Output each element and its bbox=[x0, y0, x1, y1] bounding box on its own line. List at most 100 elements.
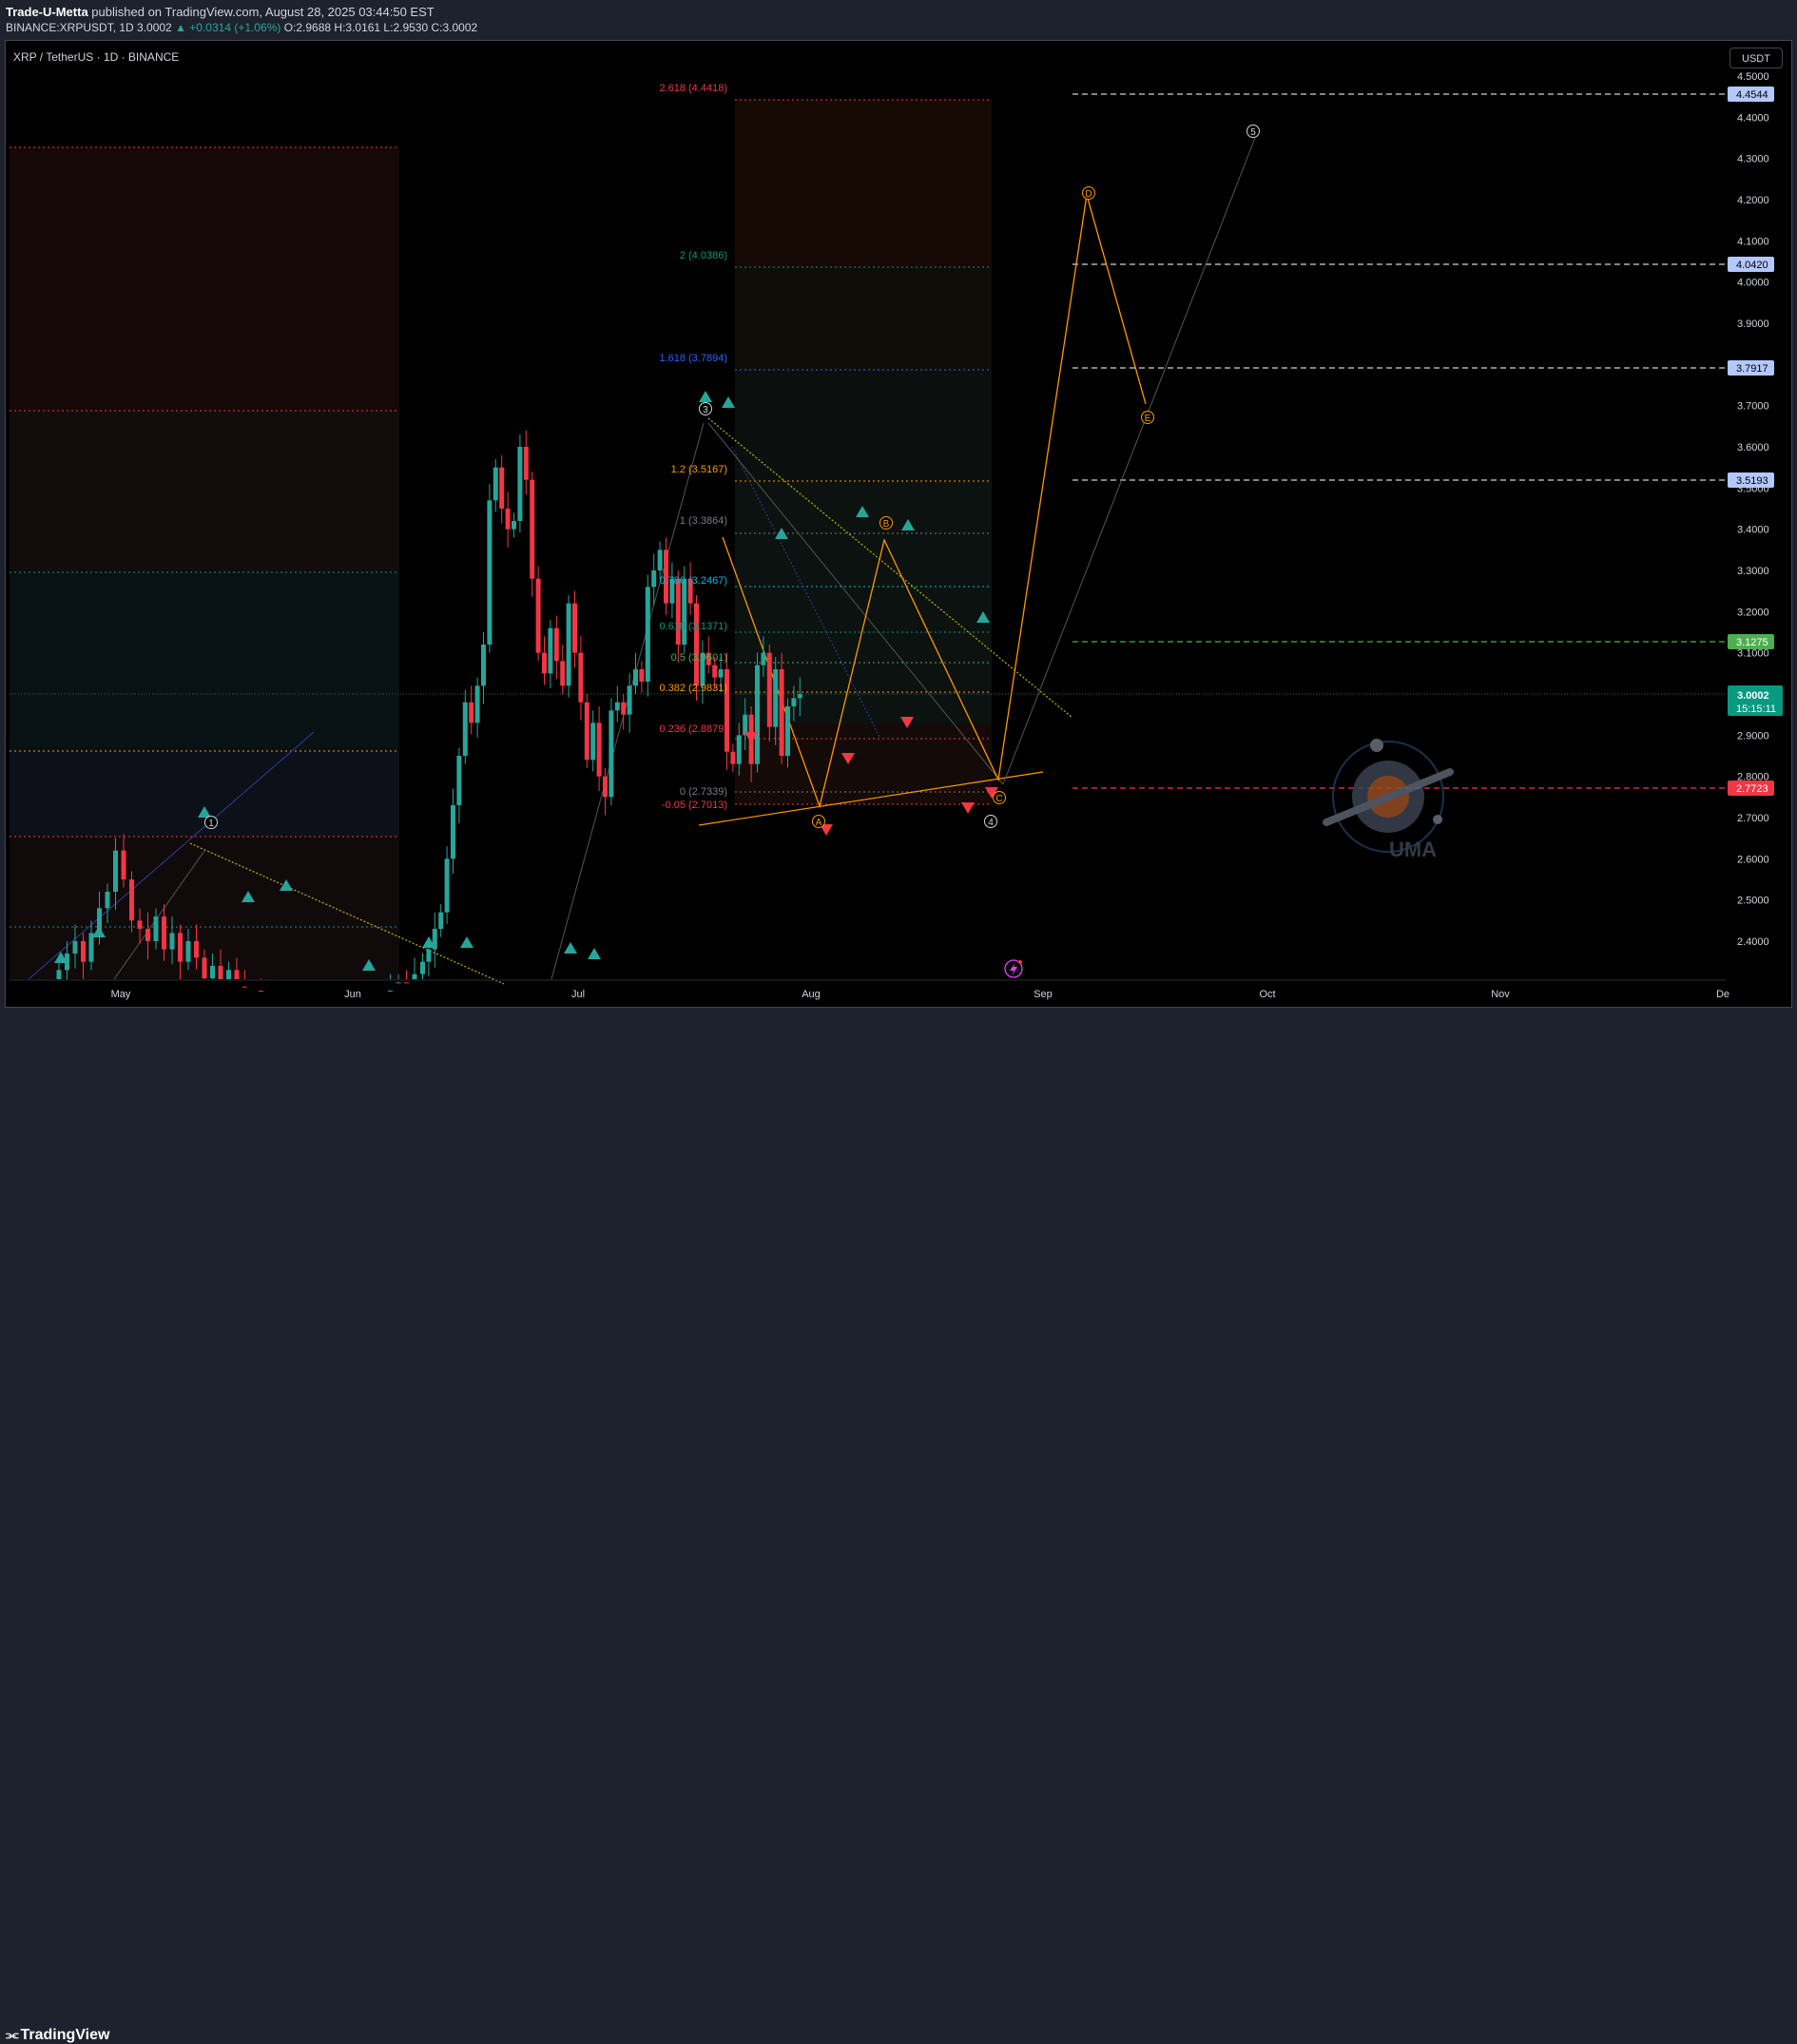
price-badge-label: 3.1275 bbox=[1736, 637, 1768, 648]
wave-label-a: A bbox=[812, 815, 825, 828]
tradingview-logo[interactable]: ⫘ TradingView bbox=[6, 2027, 109, 2044]
candle-body bbox=[487, 500, 493, 645]
fib-label: -0.05 (2.7013) bbox=[662, 800, 727, 811]
candle-body bbox=[542, 652, 547, 674]
candle-body bbox=[226, 970, 231, 979]
svg-text:1: 1 bbox=[208, 819, 214, 829]
candle-body bbox=[584, 702, 589, 761]
tradingview-logo-icon: ⫘ bbox=[6, 2027, 18, 2043]
candle-body bbox=[137, 920, 143, 929]
candle-body bbox=[153, 916, 159, 941]
time-tick-label: Oct bbox=[1259, 989, 1275, 1000]
candle-body bbox=[797, 694, 802, 699]
price-tick-label: 2.9000 bbox=[1737, 730, 1769, 742]
price-tick-label: 2.7000 bbox=[1737, 813, 1769, 824]
candle-body bbox=[675, 578, 681, 645]
candle-body bbox=[169, 933, 175, 950]
fib-label: 1.618 (3.7894) bbox=[659, 353, 727, 364]
candle-body bbox=[694, 603, 699, 686]
wave-label-5: 5 bbox=[1246, 125, 1260, 138]
candle-body bbox=[242, 986, 247, 988]
fib-level-labels: 2.618 (4.4418) 2 (4.0386) 1.618 (3.7894) 1.… bbox=[659, 83, 727, 811]
candle-body bbox=[420, 961, 425, 974]
candle-body bbox=[404, 982, 409, 984]
candle-body bbox=[178, 933, 183, 962]
uma-logo-icon: UMA bbox=[1323, 739, 1454, 861]
buy-signal-marker bbox=[460, 936, 473, 948]
price-tick-label: 3.3000 bbox=[1737, 566, 1769, 577]
candle-body bbox=[505, 509, 511, 530]
candle-body bbox=[438, 912, 444, 929]
wave-label-d: D bbox=[1082, 186, 1095, 200]
price-badge-label: 2.7723 bbox=[1736, 783, 1768, 795]
fib-label: 0.786 (3.2467) bbox=[659, 575, 727, 587]
fib-label: 0.5 (3.0601) bbox=[671, 652, 727, 664]
fib-label: 0.236 (2.8879) bbox=[659, 723, 727, 735]
footer-bar: ⫘ TradingView bbox=[0, 1010, 1797, 2043]
candle-body bbox=[396, 982, 401, 984]
candle-body bbox=[210, 966, 215, 978]
svg-text:C: C bbox=[995, 794, 1002, 804]
price-tick-label: 4.3000 bbox=[1737, 154, 1769, 165]
svg-text:B: B bbox=[883, 519, 890, 530]
wave-label-e: E bbox=[1141, 411, 1154, 424]
countdown-label: 15:15:11 bbox=[1736, 704, 1776, 715]
candle-body bbox=[426, 949, 432, 962]
candle-body bbox=[462, 702, 468, 756]
time-tick-label: Jun bbox=[344, 989, 361, 1000]
candle-body bbox=[560, 661, 566, 686]
fib-label: 2.618 (4.4418) bbox=[659, 83, 727, 94]
candle-body bbox=[469, 702, 474, 723]
currency-button[interactable]: USDT bbox=[1729, 48, 1783, 68]
candle-body bbox=[56, 970, 62, 979]
candle-body bbox=[566, 603, 571, 686]
fib-label: 2 (4.0386) bbox=[680, 250, 727, 261]
candle-body bbox=[791, 698, 797, 706]
price-axis[interactable]: 4.5000 4.4000 4.3000 4.2000 4.1000 4.0000 3.90… bbox=[1726, 41, 1791, 980]
time-tick-label: Aug bbox=[802, 989, 821, 1000]
wave-label-c: C bbox=[993, 791, 1006, 804]
zone-box-teal-left bbox=[10, 572, 399, 751]
time-axis[interactable]: May Jun Jul Aug Sep Oct Nov De bbox=[111, 989, 1729, 1000]
price-tick-label: 3.7000 bbox=[1737, 401, 1769, 413]
candle-body bbox=[129, 879, 134, 921]
candle-body bbox=[657, 550, 663, 570]
zone-box-mid-left bbox=[10, 411, 399, 572]
price-tick-label: 4.5000 bbox=[1737, 71, 1769, 83]
candle-body bbox=[113, 850, 118, 892]
candle-body bbox=[730, 751, 736, 764]
price-tick-label: 3.9000 bbox=[1737, 318, 1769, 330]
candle-body bbox=[590, 723, 596, 761]
candle-body bbox=[105, 892, 110, 909]
wave-label-4: 4 bbox=[984, 815, 997, 828]
candle-body bbox=[81, 941, 86, 962]
candle-body bbox=[614, 702, 620, 711]
candle-body bbox=[234, 970, 240, 979]
candle-body bbox=[456, 756, 462, 805]
candle-body bbox=[627, 685, 632, 715]
candle-body bbox=[185, 941, 191, 962]
fib-label: 0.382 (2.9831) bbox=[659, 683, 727, 694]
svg-text:D: D bbox=[1085, 189, 1092, 200]
chart-canvas[interactable]: 1 3 4 5 A B C D E 2.618 (4.4418) 2 (4.038… bbox=[0, 0, 1797, 1043]
candle-body bbox=[621, 702, 627, 715]
wave-label-1: 1 bbox=[204, 816, 218, 829]
candle-body bbox=[535, 578, 541, 653]
time-tick-label: Nov bbox=[1491, 989, 1510, 1000]
candle-body bbox=[755, 665, 760, 764]
candle-body bbox=[493, 467, 498, 501]
lightning-icon[interactable] bbox=[1004, 959, 1023, 978]
fib-zone-2 bbox=[735, 267, 992, 370]
candle-body bbox=[553, 627, 559, 662]
candle-body bbox=[451, 805, 455, 859]
candle-body bbox=[785, 706, 790, 756]
price-tick-label: 4.2000 bbox=[1737, 195, 1769, 206]
candle-body bbox=[773, 669, 779, 727]
candle-body bbox=[609, 710, 614, 798]
wave-label-3: 3 bbox=[699, 402, 712, 415]
price-badge-label: 3.5193 bbox=[1736, 475, 1768, 487]
price-tick-label: 2.6000 bbox=[1737, 854, 1769, 865]
candle-body bbox=[72, 941, 78, 954]
svg-text:4: 4 bbox=[988, 818, 994, 828]
candle-body bbox=[499, 467, 505, 509]
